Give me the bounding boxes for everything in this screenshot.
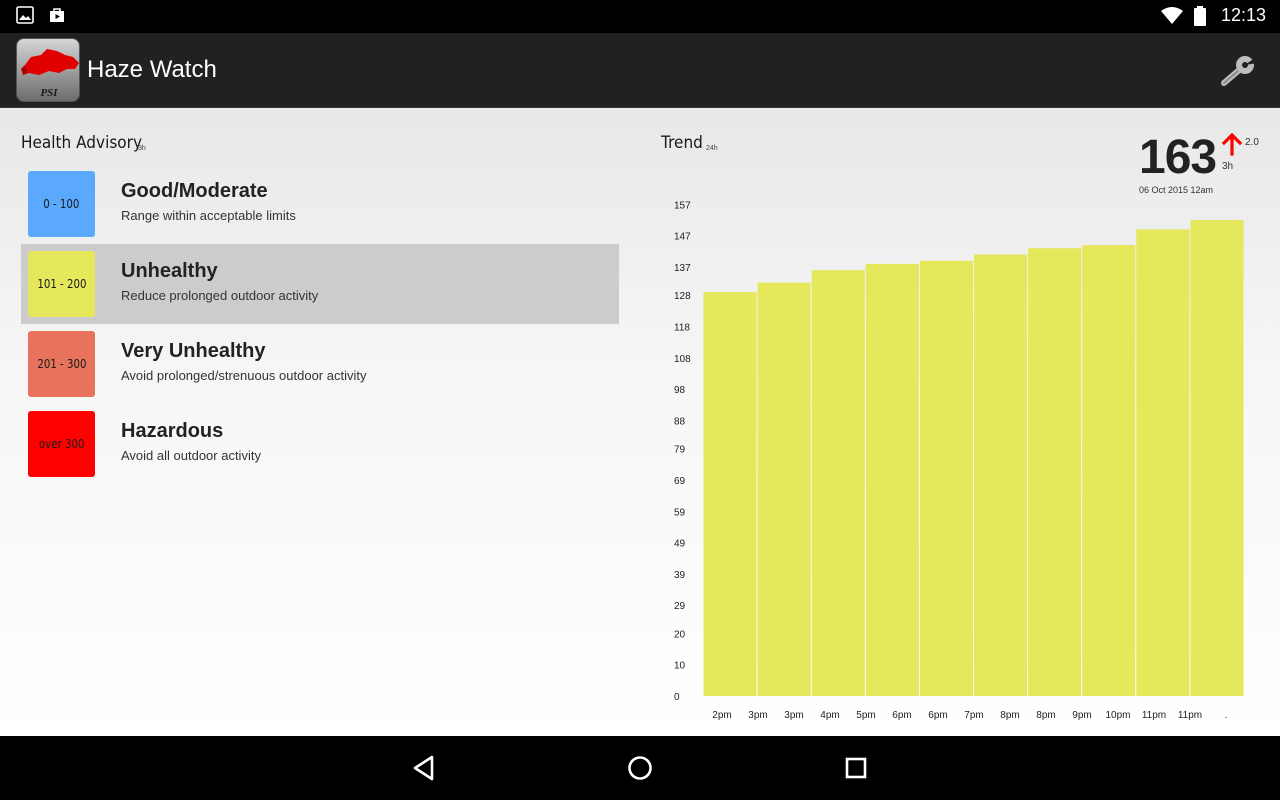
y-tick-label: 79 bbox=[674, 445, 686, 456]
x-tick-label: 2pm bbox=[712, 710, 731, 721]
trend-bar bbox=[865, 263, 919, 696]
y-tick-label: 128 bbox=[674, 291, 691, 302]
nav-bar bbox=[0, 736, 1280, 800]
logo-text: PSI bbox=[40, 87, 58, 99]
y-tick-label: 0 bbox=[674, 692, 680, 703]
x-tick-label: 5pm bbox=[856, 710, 875, 721]
x-tick-label: 6pm bbox=[928, 710, 947, 721]
advisory-name: Good/Moderate bbox=[121, 180, 268, 202]
range-swatch: 0 - 100 bbox=[28, 171, 95, 237]
x-tick-label: 10pm bbox=[1105, 710, 1130, 721]
trend-chart: 0 10 20 29 39 49 59 69 79 88 98 108 118 128 137 147 157 2… bbox=[674, 200, 1244, 721]
trend-bar bbox=[1136, 229, 1190, 696]
range-label: 0 - 100 bbox=[43, 197, 80, 211]
app-logo: PSI bbox=[16, 38, 80, 102]
y-tick-label: 147 bbox=[674, 232, 691, 243]
trend-title: Trend bbox=[661, 133, 703, 153]
x-tick-label: . bbox=[1225, 710, 1228, 721]
trend-bar bbox=[1190, 220, 1244, 697]
current-psi-value: 163 bbox=[1139, 131, 1217, 184]
app-title: Haze Watch bbox=[87, 56, 217, 83]
home-icon[interactable] bbox=[624, 752, 656, 784]
y-tick-label: 59 bbox=[674, 507, 686, 518]
y-tick-label: 20 bbox=[674, 629, 686, 640]
x-tick-label: 3pm bbox=[784, 710, 803, 721]
x-tick-label: 6pm bbox=[892, 710, 911, 721]
y-tick-label: 137 bbox=[674, 263, 691, 274]
main-content: Health Advisory 3h 0 - 100 Good/Moderate… bbox=[0, 108, 1280, 736]
range-label: over 300 bbox=[38, 437, 85, 451]
x-tick-label: 8pm bbox=[1036, 710, 1055, 721]
y-tick-label: 157 bbox=[674, 200, 691, 211]
advisory-list: 0 - 100 Good/Moderate Range within accep… bbox=[21, 164, 619, 484]
trend-bar bbox=[919, 260, 973, 696]
app-bar: PSI Haze Watch bbox=[0, 33, 1280, 108]
range-swatch: over 300 bbox=[28, 411, 95, 477]
range-swatch: 101 - 200 bbox=[28, 251, 95, 317]
play-store-icon bbox=[50, 8, 64, 22]
y-tick-label: 118 bbox=[674, 323, 690, 334]
up-arrow-icon bbox=[1221, 132, 1243, 156]
y-tick-label: 10 bbox=[674, 661, 686, 672]
trend-bar bbox=[703, 292, 757, 696]
y-tick-label: 49 bbox=[674, 539, 686, 550]
psi-change-period: 3h bbox=[1222, 161, 1234, 172]
trend-bar bbox=[1082, 245, 1136, 696]
trend-bar bbox=[757, 282, 811, 696]
advisory-desc: Reduce prolonged outdoor activity bbox=[121, 288, 319, 303]
psi-change: 2.0 bbox=[1245, 137, 1259, 148]
clock: 12:13 bbox=[1220, 5, 1266, 25]
x-tick-label: 7pm bbox=[964, 710, 983, 721]
range-label: 101 - 200 bbox=[36, 277, 87, 291]
wifi-icon bbox=[1160, 6, 1183, 24]
y-tick-label: 29 bbox=[674, 601, 686, 612]
status-bar: 12:13 bbox=[0, 0, 1280, 33]
advisory-desc: Avoid prolonged/strenuous outdoor activi… bbox=[121, 368, 367, 383]
trend-bar bbox=[811, 270, 865, 696]
advisory-title: Health Advisory bbox=[21, 133, 143, 153]
y-tick-label: 108 bbox=[674, 354, 691, 365]
x-tick-label: 11pm bbox=[1178, 710, 1202, 721]
x-tick-label: 11pm bbox=[1142, 710, 1166, 721]
app-screen: 12:13 PSI Haze Watch Health Advisory 3h … bbox=[0, 0, 1280, 800]
back-icon[interactable] bbox=[408, 752, 440, 784]
range-swatch: 201 - 300 bbox=[28, 331, 95, 397]
x-tick-label: 3pm bbox=[748, 710, 767, 721]
x-tick-label: 9pm bbox=[1072, 710, 1091, 721]
advisory-item-hazardous[interactable]: over 300 Hazardous Avoid all outdoor act… bbox=[21, 404, 619, 484]
range-label: 201 - 300 bbox=[36, 357, 87, 371]
advisory-item-very-unhealthy[interactable]: 201 - 300 Very Unhealthy Avoid prolonged… bbox=[21, 324, 619, 404]
x-tick-label: 4pm bbox=[820, 710, 839, 721]
advisory-subtitle: 3h bbox=[138, 145, 146, 152]
advisory-item-good[interactable]: 0 - 100 Good/Moderate Range within accep… bbox=[21, 164, 619, 244]
y-tick-label: 39 bbox=[674, 570, 686, 581]
wrench-icon[interactable] bbox=[1220, 53, 1260, 89]
trend-bar bbox=[974, 254, 1028, 696]
y-tick-label: 88 bbox=[674, 416, 686, 427]
trend-subtitle: 24h bbox=[706, 145, 718, 152]
x-tick-label: 8pm bbox=[1000, 710, 1019, 721]
advisory-name: Unhealthy bbox=[121, 260, 218, 282]
recents-icon[interactable] bbox=[840, 752, 872, 784]
advisory-desc: Range within acceptable limits bbox=[121, 208, 296, 223]
advisory-name: Very Unhealthy bbox=[121, 340, 266, 362]
advisory-item-unhealthy[interactable]: 101 - 200 Unhealthy Reduce prolonged out… bbox=[21, 244, 619, 324]
advisory-name: Hazardous bbox=[121, 420, 224, 442]
image-icon bbox=[16, 6, 34, 24]
advisory-desc: Avoid all outdoor activity bbox=[121, 448, 261, 463]
trend-bar bbox=[1028, 248, 1082, 696]
battery-icon bbox=[1193, 5, 1206, 26]
y-tick-label: 98 bbox=[674, 385, 686, 396]
y-tick-label: 69 bbox=[674, 476, 686, 487]
